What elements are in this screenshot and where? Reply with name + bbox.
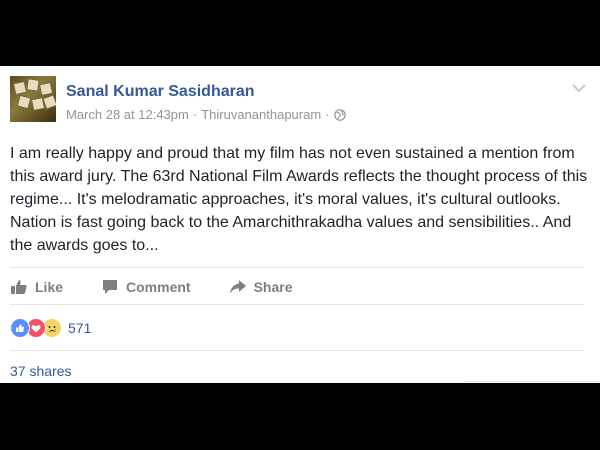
shares-count[interactable]: 37 shares [10,363,71,379]
like-label: Like [35,279,64,295]
share-arrow-icon [229,280,246,294]
divider [10,304,584,305]
share-label: Share [253,279,293,295]
like-button[interactable]: Like [10,279,63,295]
comment-button[interactable]: Comment [101,279,191,295]
divider [10,350,584,351]
comment-icon [103,280,118,294]
facebook-post: Sanal Kumar Sasidharan March 28 at 12:43… [0,66,600,383]
post-location[interactable]: Thiruvananthapuram [201,107,321,122]
reactions-summary[interactable]: 571 [10,318,91,338]
like-reaction-icon [10,318,30,338]
share-button[interactable]: Share [229,279,293,295]
post-actions: Like Comment Share [10,276,331,298]
author-avatar[interactable] [10,76,56,122]
post-meta: March 28 at 12:43pm · Thiruvananthapuram… [66,107,346,122]
post-text: I am really happy and proud that my film… [10,145,588,254]
reaction-count[interactable]: 571 [68,320,91,336]
meta-separator: · [325,107,330,122]
meta-separator: · [192,107,198,122]
post-timestamp[interactable]: March 28 at 12:43pm [66,107,189,122]
globe-icon[interactable] [333,108,346,121]
thumbs-up-icon [11,280,27,294]
divider [10,267,584,268]
comment-box-edge [464,381,600,384]
chevron-down-icon[interactable] [572,84,586,93]
comment-label: Comment [126,279,191,295]
author-name[interactable]: Sanal Kumar Sasidharan [66,83,255,101]
